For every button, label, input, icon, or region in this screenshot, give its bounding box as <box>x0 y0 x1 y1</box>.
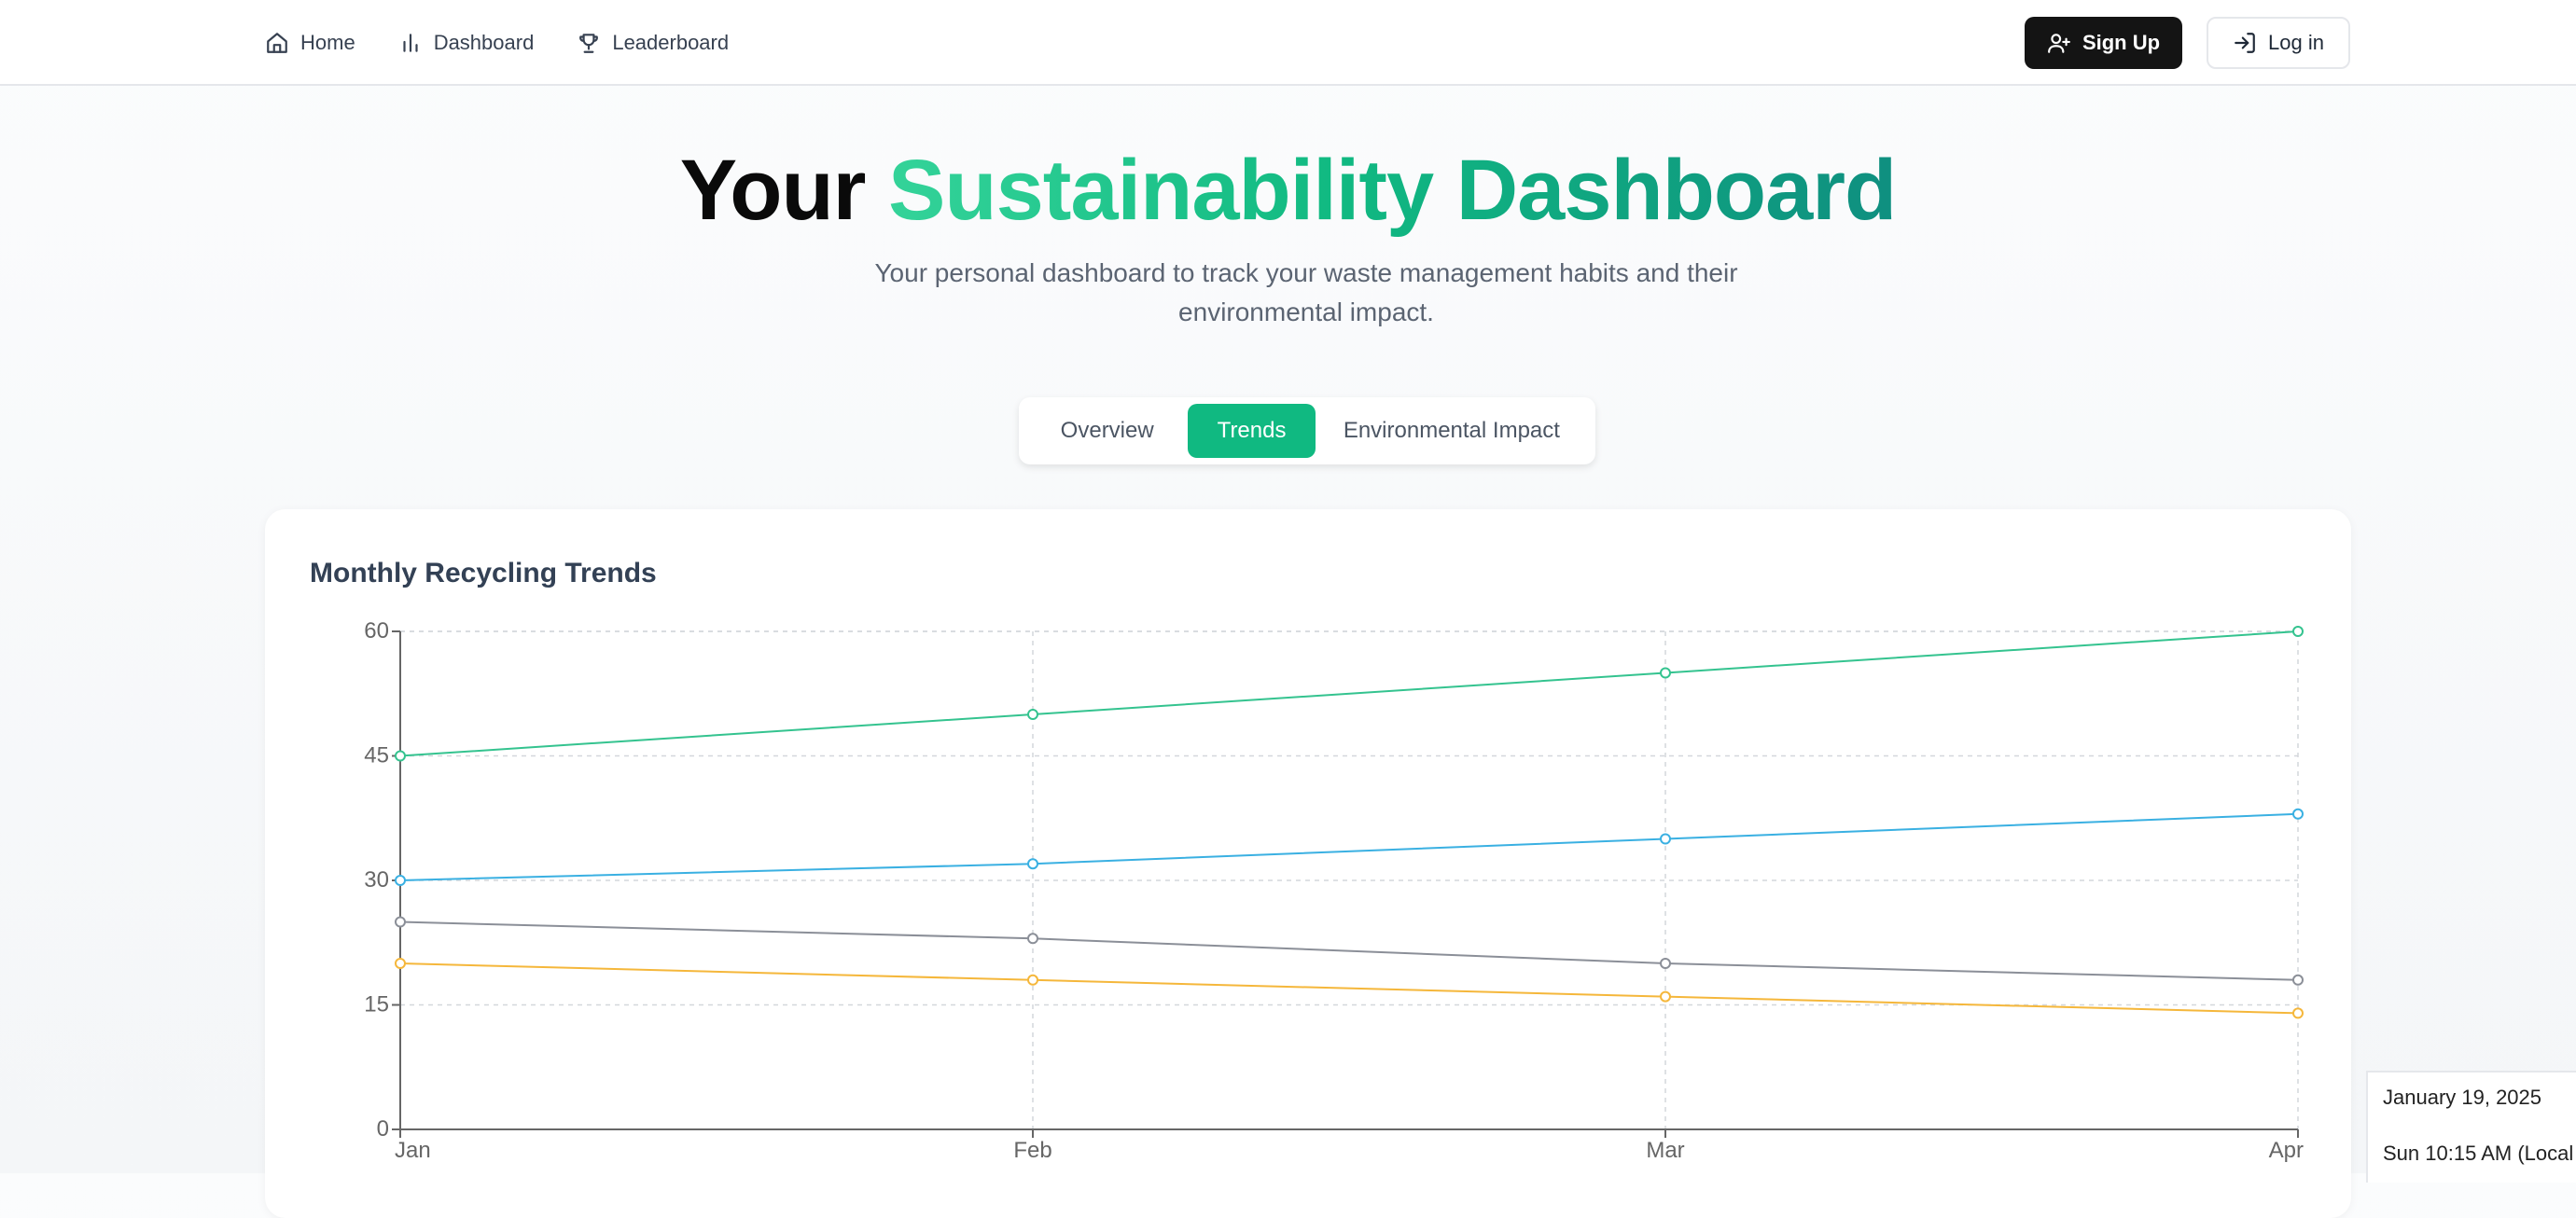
x-tick-label: Apr <box>2269 1138 2304 1163</box>
series-line-0 <box>399 630 2299 757</box>
x-tick-label: Mar <box>1646 1138 1684 1163</box>
signup-button[interactable]: Sign Up <box>2024 17 2183 69</box>
bar-chart-icon <box>403 34 418 52</box>
series-point-2 <box>1027 933 1038 945</box>
series-point-1 <box>2292 808 2304 820</box>
series-point-1 <box>395 875 406 886</box>
x-tick-label: Feb <box>1013 1138 1051 1163</box>
series-point-1 <box>1660 833 1671 845</box>
time-text: Sun 10:15 AM (Local t <box>2383 1142 2576 1165</box>
series-line-1 <box>399 812 2299 881</box>
series-line-3 <box>399 962 2299 1015</box>
datetime-widget: January 19, 2025 Sun 10:15 AM (Local t <box>2366 1071 2576 1183</box>
y-tick-label: 0 <box>377 1116 389 1142</box>
nav-home[interactable]: Home <box>265 31 355 55</box>
x-tick-label: Jan <box>395 1138 431 1163</box>
top-navbar: Home Dashboard Leaderboard Sign Up Log i… <box>0 0 2576 86</box>
series-point-2 <box>395 916 406 928</box>
recycling-trends-chart: 0 15 30 45 60 Jan Feb Mar Apr <box>364 618 2304 1163</box>
y-tick-label: 60 <box>364 618 389 644</box>
series-point-1 <box>1027 858 1038 870</box>
series-point-3 <box>2292 1007 2304 1019</box>
tab-environmental-impact[interactable]: Environmental Impact <box>1316 404 1588 458</box>
series-point-3 <box>1027 974 1038 986</box>
tab-overview[interactable]: Overview <box>1026 404 1188 458</box>
login-label: Log in <box>2268 31 2324 54</box>
series-point-2 <box>2292 974 2304 986</box>
tab-trends[interactable]: Trends <box>1188 404 1316 458</box>
nav-dashboard[interactable]: Dashboard <box>398 31 535 55</box>
series-point-2 <box>1660 958 1671 969</box>
nav-leaderboard-label: Leaderboard <box>612 31 730 54</box>
series-point-0 <box>1660 667 1671 679</box>
series-point-0 <box>395 750 406 762</box>
page-title-highlight: Sustainability Dashboard <box>888 143 1897 238</box>
series-point-0 <box>2292 626 2304 637</box>
y-tick-label: 15 <box>364 992 389 1017</box>
nav-home-label: Home <box>300 31 355 54</box>
y-tick-label: 30 <box>364 867 389 893</box>
dashboard-tabs: Overview Trends Environmental Impact <box>1019 397 1595 464</box>
auth-actions: Sign Up Log in <box>2024 17 2350 69</box>
main-nav: Home Dashboard Leaderboard <box>265 0 729 86</box>
user-plus-icon <box>2048 34 2070 53</box>
trophy-icon <box>579 34 599 53</box>
y-tick-label: 45 <box>364 743 389 768</box>
page-subtitle: Your personal dashboard to track your wa… <box>874 258 1738 326</box>
recycling-trends-card: Monthly Recycling Trends 0 15 30 45 60 Jan Feb… <box>265 509 2351 1218</box>
log-in-icon <box>2235 33 2255 53</box>
page-title-plain: Your <box>679 143 867 238</box>
date-text: January 19, 2025 <box>2383 1086 2542 1109</box>
page-title: Your Sustainability Dashboard <box>0 142 2576 240</box>
nav-dashboard-label: Dashboard <box>433 31 535 54</box>
nav-leaderboard[interactable]: Leaderboard <box>577 31 729 55</box>
series-point-3 <box>395 958 406 969</box>
series-point-3 <box>1660 990 1671 1003</box>
signup-label: Sign Up <box>2082 31 2161 54</box>
login-button[interactable]: Log in <box>2207 17 2350 69</box>
series-point-0 <box>1027 709 1038 720</box>
home-icon <box>267 33 287 53</box>
